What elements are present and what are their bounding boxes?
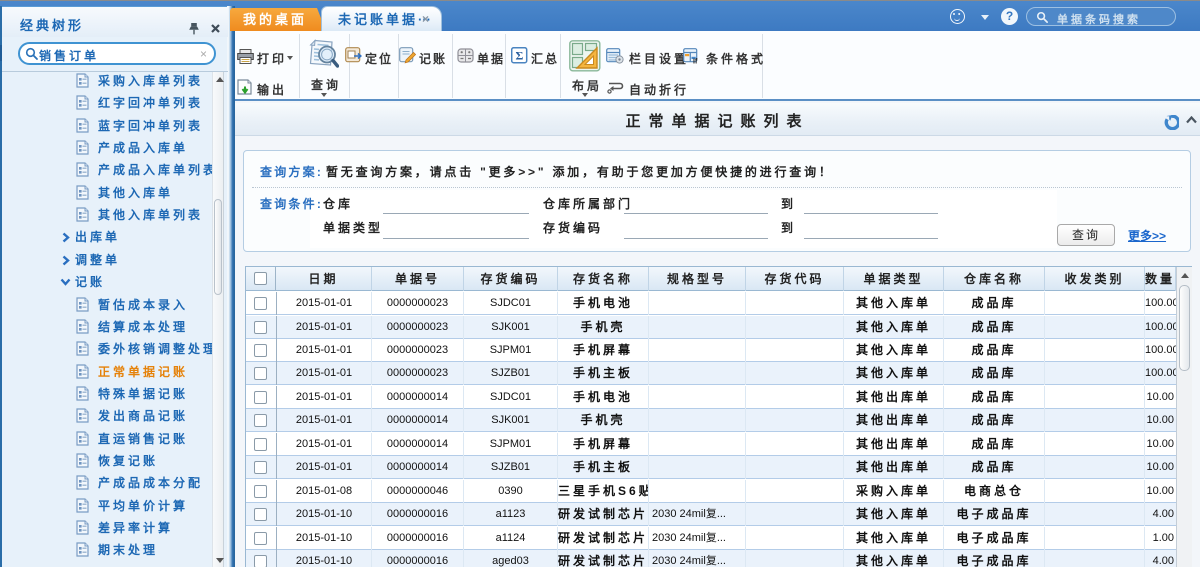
svg-text:Σ: Σ bbox=[515, 49, 523, 63]
svg-text:If: If bbox=[693, 59, 698, 65]
